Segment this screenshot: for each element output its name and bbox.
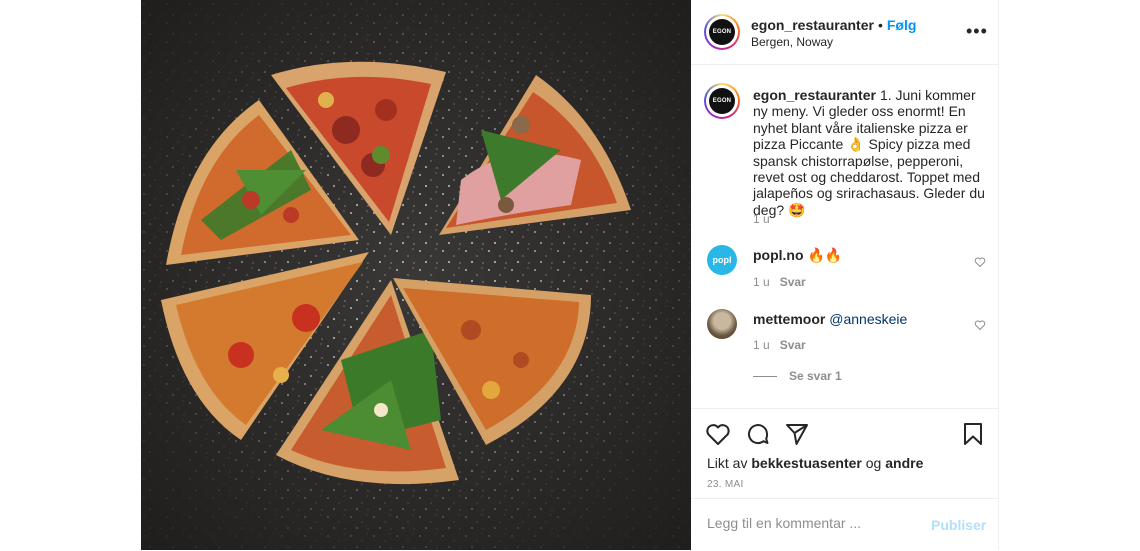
- post-username[interactable]: egon_restauranter: [751, 17, 874, 33]
- caption-time[interactable]: 1 u: [753, 212, 770, 226]
- caption-avatar[interactable]: EGON: [704, 83, 740, 119]
- see-replies-label: Se svar 1: [789, 369, 842, 383]
- caption-username[interactable]: egon_restauranter: [753, 87, 876, 103]
- likes-prefix: Likt av: [707, 455, 748, 471]
- comment-body: 🔥🔥: [807, 247, 843, 263]
- comment-time[interactable]: 1 u: [753, 275, 770, 289]
- more-horizontal-icon[interactable]: •••: [966, 22, 988, 40]
- likes-text: Likt av bekkestuasenter og andre: [707, 455, 923, 471]
- post-panel: EGON egon_restauranter • Følg Bergen, Nowa…: [691, 0, 999, 550]
- post-date[interactable]: 23. MAI: [707, 479, 744, 490]
- post-header: EGON egon_restauranter • Følg Bergen, Nowa…: [691, 0, 998, 65]
- egon-logo: EGON: [709, 19, 735, 45]
- profile-avatar[interactable]: EGON: [704, 14, 740, 50]
- likes-others[interactable]: andre: [885, 455, 923, 471]
- heart-icon[interactable]: [974, 256, 986, 268]
- follow-button[interactable]: Følg: [887, 17, 917, 33]
- heart-icon[interactable]: [974, 319, 986, 331]
- like-heart-icon[interactable]: [705, 421, 731, 447]
- share-icon[interactable]: [784, 421, 810, 447]
- comment-meta: 1 u Svar: [753, 275, 816, 289]
- bookmark-icon[interactable]: [960, 421, 986, 447]
- comment-bar: Publiser: [691, 498, 998, 551]
- post-location[interactable]: Bergen, Noway: [751, 35, 833, 49]
- likes-joiner: og: [865, 455, 882, 471]
- comment-popl: popl.no 🔥🔥: [753, 247, 842, 264]
- egon-logo: EGON: [709, 88, 735, 114]
- separator-dot: •: [877, 17, 883, 33]
- caption-text: egon_restauranter 1. Juni kommer ny meny.…: [753, 87, 989, 218]
- action-bar: Likt av bekkestuasenter og andre 23. MAI: [691, 408, 998, 499]
- see-replies-button[interactable]: Se svar 1: [753, 369, 842, 383]
- reply-button[interactable]: Svar: [780, 275, 806, 289]
- reply-button[interactable]: Svar: [780, 338, 806, 352]
- comment-username[interactable]: mettemoor: [753, 311, 825, 327]
- likes-user[interactable]: bekkestuasenter: [751, 455, 862, 471]
- comment-meta: 1 u Svar: [753, 338, 816, 352]
- pizza-image: [141, 0, 691, 550]
- comment-avatar-mettemoor[interactable]: [707, 309, 737, 339]
- comment-avatar-popl[interactable]: popl: [707, 245, 737, 275]
- comment-mention[interactable]: @anneskeie: [829, 311, 907, 327]
- divider-line: [753, 375, 777, 377]
- comment-input[interactable]: [707, 515, 907, 531]
- comment-icon[interactable]: [745, 421, 771, 447]
- publish-button[interactable]: Publiser: [931, 517, 986, 533]
- post-photo[interactable]: [141, 0, 691, 550]
- comment-mettemoor: mettemoor @anneskeie: [753, 311, 907, 327]
- comment-time[interactable]: 1 u: [753, 338, 770, 352]
- caption-body: 1. Juni kommer ny meny. Vi gleder oss en…: [753, 87, 985, 218]
- comment-username[interactable]: popl.no: [753, 247, 804, 263]
